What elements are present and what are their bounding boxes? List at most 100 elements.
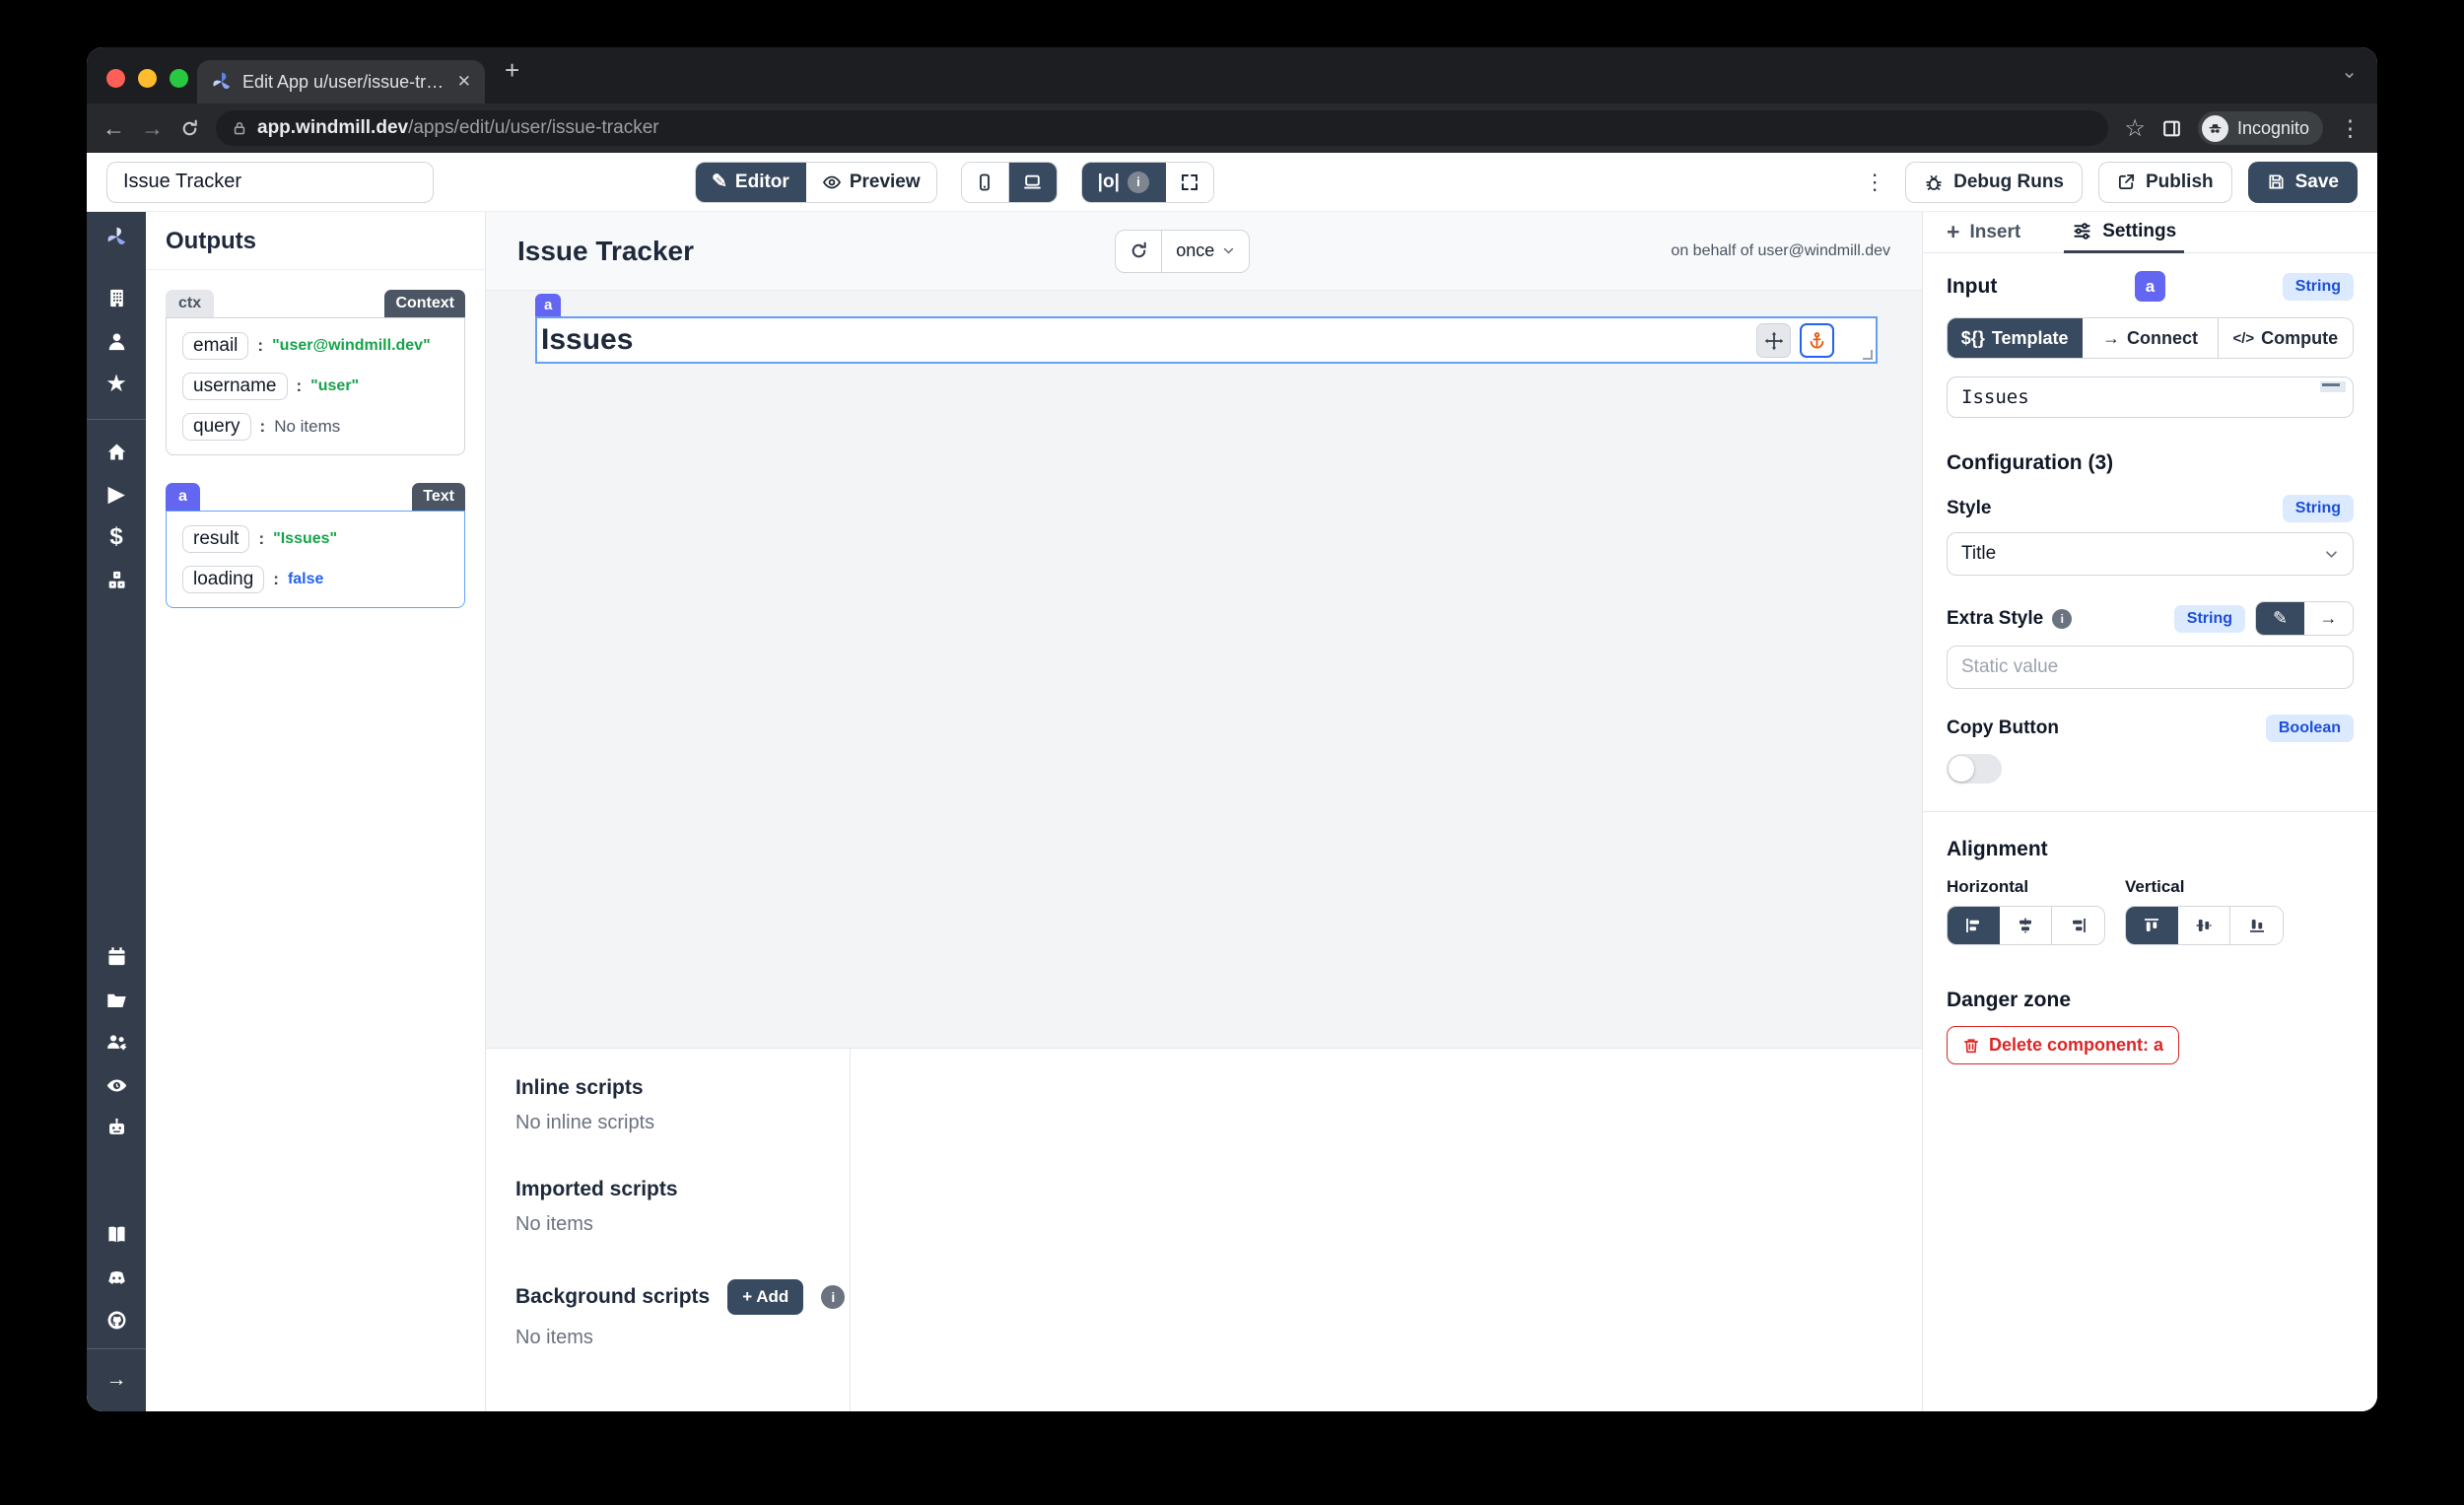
- fullscreen-button[interactable]: [1166, 163, 1213, 202]
- grid-lines-icon: |o|: [1098, 171, 1120, 193]
- preview-tab[interactable]: Preview: [806, 163, 936, 202]
- expand-rail-arrow-icon[interactable]: →: [99, 1365, 134, 1397]
- refresh-mode-dropdown[interactable]: once: [1161, 231, 1249, 272]
- output-row-result[interactable]: result : "Issues": [182, 525, 448, 553]
- editor-preview-toggle: ✎ Editor Preview: [695, 162, 937, 203]
- zoom-window-button[interactable]: [170, 69, 188, 88]
- align-top-button[interactable]: [2126, 907, 2178, 944]
- background-info-icon[interactable]: i: [821, 1285, 845, 1309]
- windmill-favicon: [211, 71, 233, 93]
- github-icon[interactable]: [99, 1305, 134, 1336]
- a-type-badge: Text: [412, 483, 465, 511]
- discord-icon[interactable]: [99, 1262, 134, 1293]
- style-type-badge: String: [2283, 495, 2354, 522]
- output-row-query[interactable]: query : No items: [182, 413, 448, 441]
- forward-button[interactable]: →: [141, 115, 164, 142]
- windmill-logo[interactable]: [99, 222, 134, 253]
- desktop-view-button[interactable]: [1009, 163, 1057, 202]
- background-scripts-empty: No items: [515, 1327, 850, 1349]
- align-left-button[interactable]: [1948, 907, 2000, 944]
- workspace-icon[interactable]: [99, 283, 134, 314]
- app-name-input[interactable]: [106, 162, 434, 203]
- grid-lines-button[interactable]: |o| i: [1082, 163, 1166, 202]
- add-background-script-button[interactable]: + Add: [727, 1279, 803, 1315]
- user-icon[interactable]: [99, 325, 134, 357]
- incognito-icon: [2202, 115, 2228, 142]
- toolbar-right: ⋮ Debug Runs: [1864, 162, 2358, 203]
- bookmark-star-icon[interactable]: ☆: [2124, 114, 2146, 143]
- align-center-v-button[interactable]: [2178, 907, 2230, 944]
- debug-runs-button[interactable]: Debug Runs: [1905, 162, 2083, 203]
- extra-style-info-icon[interactable]: i: [2052, 609, 2072, 629]
- mobile-view-button[interactable]: [962, 163, 1009, 202]
- text-component-a[interactable]: a Issues: [535, 316, 1878, 364]
- more-options-icon[interactable]: ⋮: [1864, 170, 1885, 195]
- resources-cubes-icon[interactable]: [99, 565, 134, 596]
- variables-dollar-icon[interactable]: $: [99, 522, 134, 554]
- settings-tabs: + Insert Settings: [1923, 212, 2377, 253]
- close-window-button[interactable]: [106, 69, 125, 88]
- address-bar[interactable]: app.windmill.dev/apps/edit/u/user/issue-…: [216, 110, 2108, 146]
- settings-divider: [1923, 811, 2377, 812]
- plus-icon: +: [1947, 219, 1959, 245]
- move-component-button[interactable]: [1756, 323, 1791, 358]
- anchor-component-button[interactable]: [1800, 323, 1834, 358]
- favorites-star-icon[interactable]: ★: [99, 369, 134, 400]
- incognito-badge[interactable]: Incognito: [2198, 111, 2323, 145]
- audit-logs-eye-icon[interactable]: [99, 1070, 134, 1102]
- copy-button-toggle[interactable]: [1947, 754, 2002, 784]
- grid-fullscreen-toggle: |o| i: [1081, 162, 1214, 203]
- publish-button[interactable]: Publish: [2098, 162, 2232, 203]
- back-button[interactable]: ←: [103, 115, 125, 142]
- tab-insert[interactable]: + Insert: [1947, 212, 2020, 252]
- connect-mode-button[interactable]: → Connect: [2083, 318, 2218, 358]
- output-row-username[interactable]: username : "user": [182, 373, 448, 400]
- resize-handle[interactable]: [1863, 350, 1873, 360]
- connect-button[interactable]: →: [2304, 602, 2353, 635]
- rail-divider-bottom: [87, 1348, 146, 1349]
- browser-menu-icon[interactable]: ⋮: [2339, 115, 2361, 142]
- inline-scripts-title: Inline scripts: [515, 1076, 850, 1100]
- style-select[interactable]: Title: [1947, 532, 2354, 576]
- canvas-column: Issue Tracker once on behalf of user@win: [486, 212, 1922, 1411]
- extra-style-mode-toggle: ✎ →: [2255, 601, 2354, 636]
- static-edit-button[interactable]: ✎: [2256, 602, 2304, 635]
- save-button[interactable]: Save: [2248, 162, 2358, 203]
- ctx-tab[interactable]: ctx: [166, 290, 214, 317]
- delete-component-button[interactable]: Delete component: a: [1947, 1026, 2179, 1064]
- grid-info-icon[interactable]: i: [1128, 171, 1149, 193]
- template-editor[interactable]: Issues: [1947, 376, 2354, 418]
- reload-button[interactable]: [179, 118, 200, 139]
- template-mode-button[interactable]: ${} Template: [1948, 318, 2083, 358]
- canvas-body[interactable]: a Issues: [486, 291, 1922, 1048]
- docs-book-icon[interactable]: [99, 1219, 134, 1251]
- side-panel-icon[interactable]: [2161, 118, 2182, 139]
- extra-style-input[interactable]: [1947, 646, 2354, 689]
- refresh-button[interactable]: [1116, 231, 1161, 272]
- groups-icon[interactable]: [99, 1027, 134, 1059]
- output-row-loading[interactable]: loading : false: [182, 566, 448, 593]
- folders-icon[interactable]: [99, 984, 134, 1015]
- component-a-tab[interactable]: a: [166, 483, 200, 511]
- copy-button-label: Copy Button: [1947, 718, 2059, 739]
- align-right-button[interactable]: [2052, 907, 2104, 944]
- tab-close-icon[interactable]: ✕: [457, 72, 471, 92]
- editor-tab[interactable]: ✎ Editor: [696, 163, 806, 202]
- tab-strip: Edit App u/user/issue-tracker | ✕ + ⌄: [87, 47, 2377, 103]
- minimize-window-button[interactable]: [138, 69, 157, 88]
- browser-tab[interactable]: Edit App u/user/issue-tracker | ✕: [197, 60, 485, 103]
- home-icon[interactable]: [99, 436, 134, 467]
- app-main: ★ ▶ $: [87, 212, 2377, 1411]
- schedules-calendar-icon[interactable]: [99, 941, 134, 973]
- compute-mode-button[interactable]: </> Compute: [2219, 318, 2353, 358]
- align-center-h-button[interactable]: [2000, 907, 2052, 944]
- new-tab-button[interactable]: +: [505, 55, 519, 86]
- tab-settings[interactable]: Settings: [2064, 212, 2184, 253]
- incognito-label: Incognito: [2237, 118, 2309, 139]
- runs-play-icon[interactable]: ▶: [99, 479, 134, 511]
- tab-search-chevron-icon[interactable]: ⌄: [2341, 59, 2358, 84]
- workers-robot-icon[interactable]: [99, 1113, 134, 1144]
- scripts-detail-area: [851, 1049, 1922, 1411]
- align-bottom-button[interactable]: [2230, 907, 2283, 944]
- output-row-email[interactable]: email : "user@windmill.dev": [182, 332, 448, 360]
